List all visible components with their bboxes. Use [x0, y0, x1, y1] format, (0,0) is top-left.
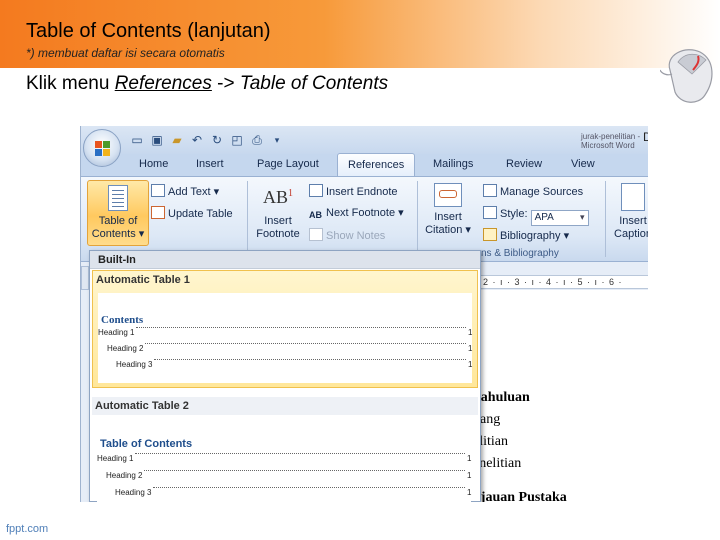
new-doc-icon[interactable]: ▭	[129, 132, 145, 148]
insert-caption-line1: Insert	[619, 215, 647, 227]
toc-preview-heading: Contents	[101, 314, 144, 326]
toc-preview: Table of Contents Heading 1 1 Heading 2 …	[97, 417, 471, 502]
toc-preview-page: 1	[467, 454, 472, 463]
toc-preview-page: 1	[467, 471, 472, 480]
manage-sources-button[interactable]: Manage Sources	[483, 184, 583, 198]
gallery-item-title: Automatic Table 2	[92, 397, 478, 415]
computer-mouse-icon	[660, 49, 713, 103]
add-text-button[interactable]: Add Text ▾	[151, 184, 219, 198]
ruler-corner	[81, 266, 89, 290]
group-separator	[417, 181, 418, 257]
insert-caption-icon	[621, 183, 645, 211]
slide-subtitle: *) membuat daftar isi secara otomatis	[26, 46, 225, 60]
toc-preview-heading: Table of Contents	[100, 438, 193, 450]
manage-sources-icon	[483, 184, 497, 197]
quick-access-toolbar: ▭ ▣ ▰ ↶ ↻ ◰ ⎙ ▾	[129, 132, 285, 148]
tab-view[interactable]: View	[571, 158, 595, 170]
insert-caption-line2: Caption	[614, 228, 648, 240]
open-icon[interactable]: ▰	[169, 132, 185, 148]
insert-citation-line1: Insert	[434, 211, 462, 223]
tab-references[interactable]: References	[337, 153, 416, 177]
update-table-icon	[151, 206, 165, 219]
gallery-item-automatic-table-2[interactable]: Automatic Table 2 Table of Contents Head…	[92, 397, 478, 502]
redo-icon[interactable]: ↻	[209, 132, 225, 148]
table-of-contents-button[interactable]: Table of Contents ▾	[87, 180, 149, 246]
print-icon[interactable]: ⎙	[249, 132, 265, 148]
office-button[interactable]	[83, 129, 121, 167]
window-title-bar: ▭ ▣ ▰ ↶ ↻ ◰ ⎙ ▾ jurak-penelitian - Micro…	[81, 126, 648, 154]
toc-preview-page: 1	[467, 488, 472, 497]
toc-label-line2: Contents ▾	[91, 228, 145, 240]
tab-home[interactable]: Home	[139, 158, 168, 170]
undo-icon[interactable]: ↶	[189, 132, 205, 148]
toc-leader-dots	[154, 359, 466, 360]
toc-leader-dots	[144, 470, 465, 471]
group-separator	[605, 181, 606, 257]
word-screenshot: ▭ ▣ ▰ ↶ ↻ ◰ ⎙ ▾ jurak-penelitian - Micro…	[80, 126, 648, 502]
tab-insert[interactable]: Insert	[196, 158, 224, 170]
slide-instruction: Klik menu References -> Table of Content…	[26, 73, 389, 94]
toc-leader-dots	[153, 487, 465, 488]
toc-leader-dots	[145, 343, 466, 344]
toc-preview-page: 1	[468, 344, 473, 353]
insert-caption-button[interactable]: Insert Caption	[611, 183, 648, 241]
toc-preview-row: Heading 3	[116, 360, 153, 369]
insert-footnote-line1: Insert	[264, 215, 292, 227]
office-logo-icon	[95, 141, 110, 156]
bibliography-button[interactable]: Bibliography ▾	[483, 228, 569, 242]
ribbon-tabs: Home Insert Page Layout References Maili…	[81, 153, 648, 177]
slide-title: Table of Contents (lanjutan)	[26, 20, 271, 42]
next-footnote-icon: AB	[309, 210, 322, 220]
toc-label-line1: Table of	[98, 215, 138, 227]
watermark: fppt.com	[6, 523, 49, 535]
insert-citation-line2: Citation ▾	[425, 224, 471, 236]
style-selector[interactable]: Style: APA	[483, 206, 589, 226]
toc-preview-row: Heading 2	[107, 344, 144, 353]
document-line: njauan Pustaka	[473, 490, 567, 502]
print-preview-icon[interactable]: ◰	[229, 132, 245, 148]
tab-page-layout[interactable]: Page Layout	[257, 158, 319, 170]
citations-group-label: ns & Bibliography	[481, 248, 559, 259]
bibliography-icon	[483, 228, 497, 241]
toc-leader-dots	[136, 327, 466, 328]
insert-footnote-button[interactable]: AB1 Insert Footnote	[253, 187, 303, 241]
toc-preview-row: Heading 1	[97, 454, 134, 463]
gallery-item-title: Automatic Table 1	[96, 274, 190, 286]
gallery-section-header: Built-In	[90, 251, 480, 269]
show-notes-icon	[309, 228, 323, 241]
show-notes-button[interactable]: Show Notes	[309, 228, 385, 242]
footnote-icon: AB1	[262, 187, 293, 207]
save-icon[interactable]: ▣	[149, 132, 165, 148]
tab-mailings[interactable]: Mailings	[433, 158, 473, 170]
update-table-button[interactable]: Update Table	[151, 206, 233, 220]
document-page[interactable]: dahuluan kang elitian enelitian njauan P…	[461, 290, 648, 502]
next-footnote-button[interactable]: AB Next Footnote ▾	[309, 206, 404, 223]
insert-endnote-button[interactable]: Insert Endnote	[309, 184, 398, 198]
toc-preview: Contents Heading 1 1 Heading 2 1 Heading…	[98, 293, 472, 383]
toc-preview-row: Heading 1	[98, 328, 135, 337]
toc-gallery-dropdown: Built-In Automatic Table 1 Contents Head…	[89, 250, 481, 502]
group-separator	[247, 181, 248, 257]
document-line: dahuluan	[473, 390, 530, 405]
document-title: jurak-penelitian - Microsoft Word	[581, 132, 641, 150]
toc-preview-page: 1	[468, 360, 473, 369]
endnote-icon	[309, 184, 323, 197]
style-dropdown[interactable]: APA	[530, 210, 589, 226]
horizontal-ruler: 2 · ı · 3 · ı · 4 · ı · 5 · ı · 6 ·	[481, 275, 648, 289]
toc-preview-row: Heading 2	[106, 471, 143, 480]
insert-footnote-line2: Footnote	[256, 228, 300, 240]
style-icon	[483, 206, 497, 219]
tab-review[interactable]: Review	[506, 158, 542, 170]
toc-leader-dots	[135, 453, 465, 454]
customize-icon[interactable]: ▾	[269, 132, 285, 148]
insert-citation-button[interactable]: Insert Citation ▾	[423, 183, 473, 237]
toc-preview-page: 1	[468, 328, 473, 337]
toc-preview-row: Heading 3	[115, 488, 152, 497]
insert-citation-icon	[434, 183, 462, 207]
document-title-tail: D	[643, 130, 648, 144]
gallery-item-automatic-table-1[interactable]: Automatic Table 1 Contents Heading 1 1 H…	[92, 270, 478, 388]
add-text-icon	[151, 184, 165, 197]
table-of-contents-icon	[108, 185, 128, 211]
